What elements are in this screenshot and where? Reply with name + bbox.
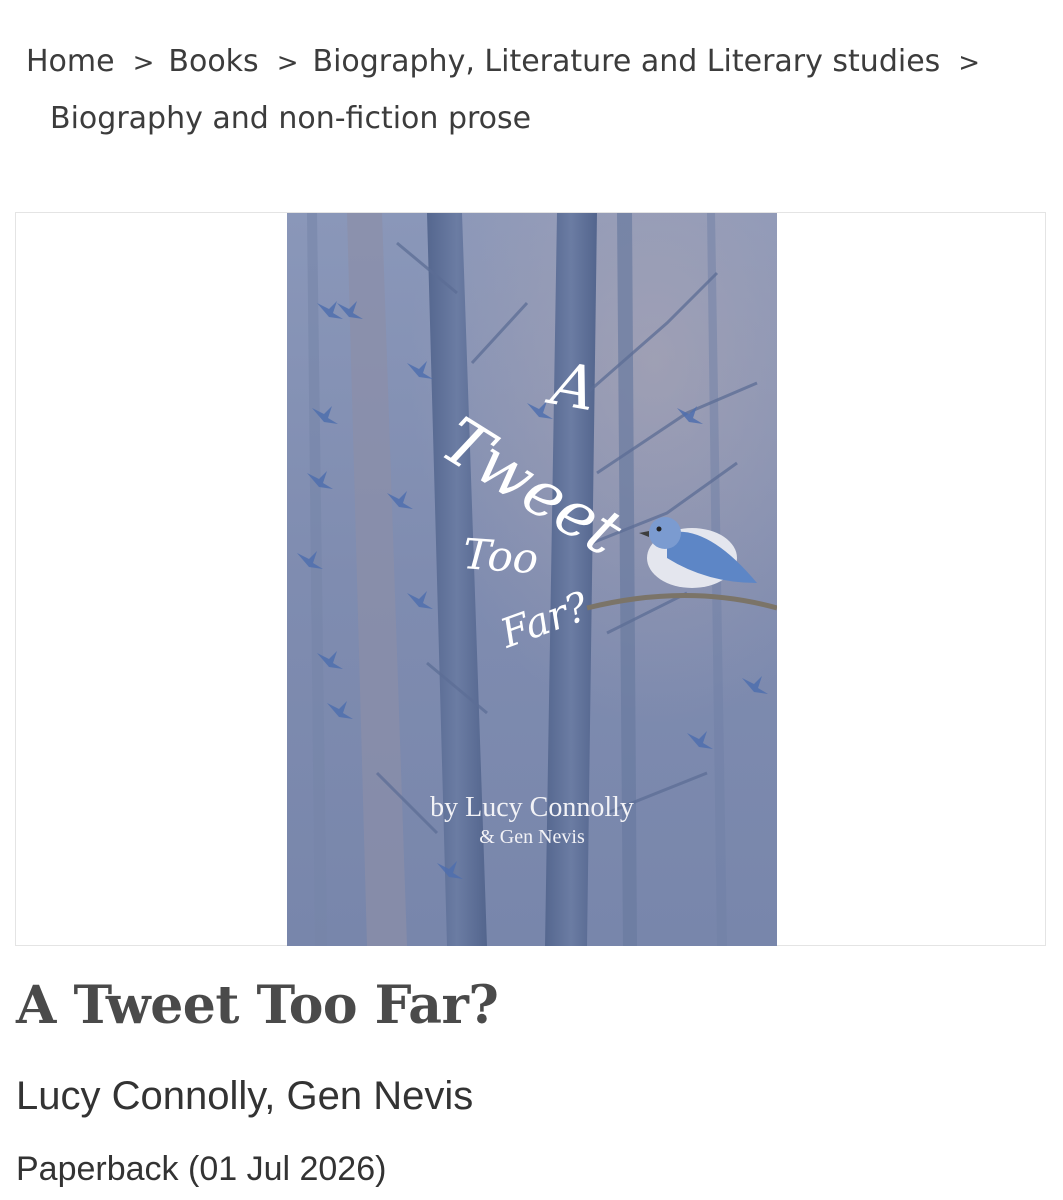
cover-illustration: A Tweet Too Far? by Lucy Connolly & Gen …: [287, 213, 777, 946]
breadcrumb-row: Biography and non-fiction prose: [26, 91, 1036, 146]
cover-byline: by Lucy Connolly: [430, 792, 634, 823]
breadcrumb: Home > Books > Biography, Literature and Lit…: [26, 34, 1036, 146]
breadcrumb-row: Home > Books > Biography, Literature and Lit…: [26, 34, 1036, 91]
breadcrumb-home-link[interactable]: Home: [26, 44, 115, 79]
breadcrumb-biography-nonfiction-link[interactable]: Biography and non-fiction prose: [50, 101, 531, 136]
breadcrumb-separator: >: [276, 48, 299, 78]
cover-title-line3: Too: [461, 529, 540, 583]
breadcrumb-biography-literature-link[interactable]: Biography, Literature and Literary studi…: [312, 44, 940, 79]
breadcrumb-books-link[interactable]: Books: [168, 44, 258, 79]
product-authors[interactable]: Lucy Connolly, Gen Nevis: [16, 1074, 473, 1119]
book-cover-image[interactable]: A Tweet Too Far? by Lucy Connolly & Gen …: [287, 213, 777, 946]
product-image-frame[interactable]: A Tweet Too Far? by Lucy Connolly & Gen …: [15, 212, 1046, 946]
cover-coauthor: & Gen Nevis: [479, 826, 585, 848]
breadcrumb-separator: >: [132, 48, 155, 78]
product-format: Paperback (01 Jul 2026): [16, 1150, 387, 1188]
product-title: A Tweet Too Far?: [16, 975, 499, 1036]
breadcrumb-separator: >: [958, 48, 981, 78]
